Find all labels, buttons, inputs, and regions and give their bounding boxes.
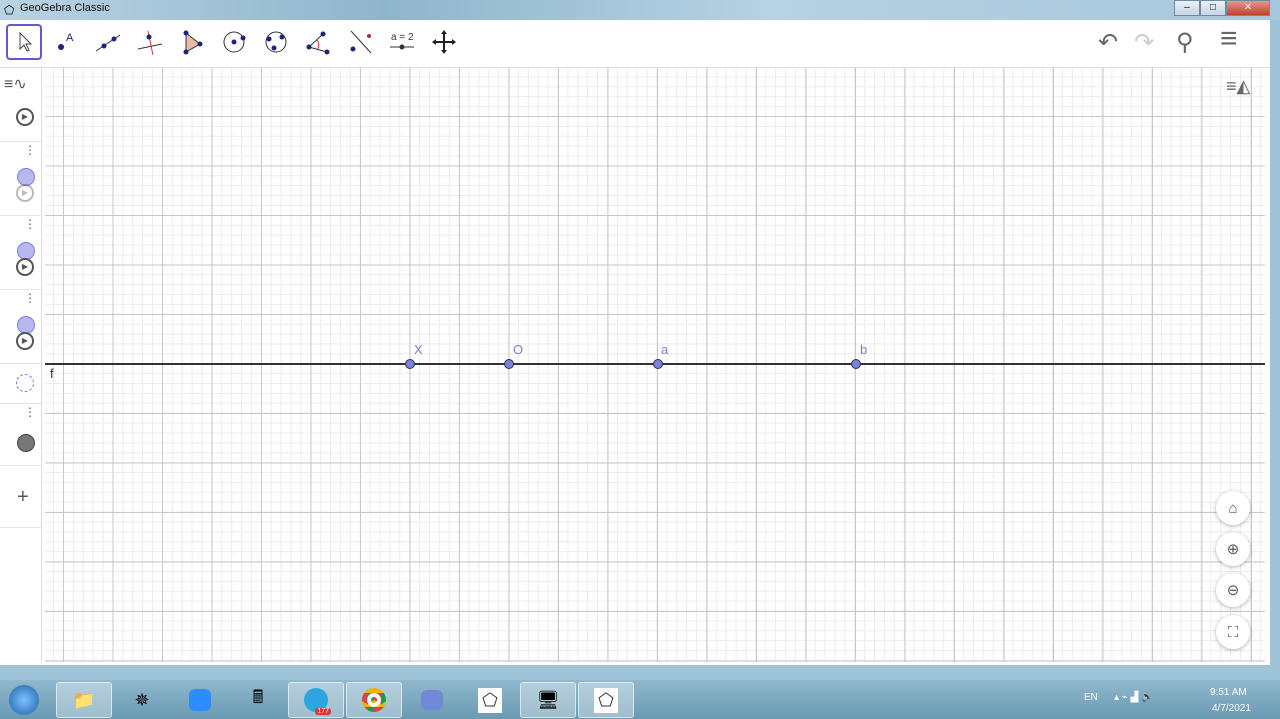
play-icon[interactable]: ▶ <box>16 332 34 350</box>
close-button[interactable]: ✕ <box>1226 0 1270 16</box>
point-a[interactable] <box>653 359 663 369</box>
taskbar-discord[interactable] <box>404 682 460 718</box>
circle-three-points-icon <box>265 31 287 53</box>
visibility-toggle[interactable] <box>16 374 34 392</box>
svg-text:A: A <box>66 32 74 44</box>
algebra-item[interactable] <box>0 364 42 404</box>
circle-three-points-tool-button[interactable] <box>258 24 294 60</box>
play-icon[interactable]: ▶ <box>16 184 34 202</box>
circle-center-icon <box>223 31 246 53</box>
circle-tool-button[interactable] <box>216 24 252 60</box>
window-title: GeoGebra Classic <box>20 2 110 14</box>
window-titlebar: ⬠ GeoGebra Classic – □ ✕ <box>0 0 1280 20</box>
taskbar-geogebra[interactable]: ⬠ <box>462 682 518 718</box>
add-item-row[interactable]: + <box>0 466 42 528</box>
telegram-badge: 177 <box>315 708 331 715</box>
minimize-button[interactable]: – <box>1174 0 1200 16</box>
polygon-tool-button[interactable] <box>174 24 210 60</box>
point-label-x: X <box>414 342 423 357</box>
taskbar-zoom[interactable] <box>172 682 228 718</box>
zoom-in-button[interactable]: ⊕ <box>1216 532 1250 566</box>
calculator-icon: 🖩 <box>252 687 264 707</box>
move-arrows-icon <box>432 30 456 54</box>
polygon-icon <box>183 30 203 55</box>
taskbar-game[interactable]: ✵ <box>114 682 170 718</box>
redo-button[interactable]: ↷ <box>1134 28 1154 57</box>
windows-taskbar: 📁 ✵ 🖩 177 ⬠ 🖥 ⬠ EN ▴ ⌁ ▟ 🔈 9:51 AM 4/7/2… <box>0 680 1280 719</box>
algebra-item[interactable]: ▶ <box>0 68 42 142</box>
home-button[interactable]: ⌂ <box>1216 491 1250 525</box>
geogebra-icon: ⬠ <box>478 687 502 713</box>
computer-icon: 🖥 <box>536 689 560 710</box>
add-input-button[interactable]: + <box>17 486 29 509</box>
menu-dots-icon[interactable]: ⋮ <box>24 218 36 230</box>
zoom-out-button[interactable]: ⊖ <box>1216 573 1250 607</box>
line-tool-button[interactable] <box>90 24 126 60</box>
toolbar: A a = 2 ↶ ↷ ⚲ ≡ <box>0 20 1270 68</box>
chrome-icon <box>362 688 386 712</box>
point-label-b: b <box>860 342 868 357</box>
play-icon[interactable]: ▶ <box>16 258 34 276</box>
zoom-icon <box>189 689 211 711</box>
point-x[interactable] <box>405 359 415 369</box>
algebra-item[interactable]: ⋮ ▶ <box>0 142 42 216</box>
maximize-button[interactable]: □ <box>1200 0 1226 16</box>
slider-icon: a = 2 <box>390 32 414 50</box>
point-label-a: a <box>661 342 669 357</box>
game-icon: ✵ <box>134 689 150 710</box>
point-label-o: O <box>513 342 524 357</box>
perpendicular-line-tool-button[interactable] <box>132 24 168 60</box>
windows-logo-icon <box>9 685 39 715</box>
line-icon <box>95 34 121 52</box>
reflect-icon <box>350 30 372 54</box>
main-menu-button[interactable]: ≡ <box>1220 22 1238 56</box>
point-tool-button[interactable]: A <box>48 24 84 60</box>
taskbar-computer[interactable]: 🖥 <box>520 682 576 718</box>
line-label-f: f <box>50 366 54 381</box>
perpendicular-line-icon <box>137 30 163 56</box>
fullscreen-button[interactable]: ⛶ <box>1216 615 1250 649</box>
point-icon: A <box>58 32 74 50</box>
visibility-toggle[interactable] <box>17 434 35 452</box>
point-b[interactable] <box>851 359 861 369</box>
play-icon[interactable]: ▶ <box>16 108 34 126</box>
taskbar-telegram[interactable]: 177 <box>288 682 344 718</box>
algebra-item[interactable]: ⋮ ▶ <box>0 290 42 364</box>
geogebra-icon: ⬠ <box>594 687 618 713</box>
search-icon[interactable]: ⚲ <box>1176 28 1194 57</box>
move-graphics-view-tool-button[interactable] <box>426 24 462 60</box>
undo-button[interactable]: ↶ <box>1098 28 1118 57</box>
arrow-cursor-icon <box>19 31 33 52</box>
taskbar-geogebra-2[interactable]: ⬠ <box>578 682 634 718</box>
point-o[interactable] <box>504 359 514 369</box>
taskbar-file-explorer[interactable]: 📁 <box>56 682 112 718</box>
clock-date[interactable]: 4/7/2021 <box>1212 703 1251 714</box>
geogebra-app: A a = 2 ↶ ↷ ⚲ ≡ ≡∿ ▶ ⋮ ▶ ⋮ ▶ ⋮ ▶ ⋮ + ≡◭ f X… <box>0 20 1270 665</box>
graphics-style-bar-toggle-icon[interactable]: ≡◭ <box>1226 76 1250 97</box>
algebra-item[interactable]: ⋮ ▶ <box>0 216 42 290</box>
folder-icon: 📁 <box>72 689 96 710</box>
start-button[interactable] <box>0 682 48 718</box>
reflect-tool-button[interactable] <box>342 24 378 60</box>
clock-time[interactable]: 9:51 AM <box>1210 687 1247 698</box>
menu-dots-icon[interactable]: ⋮ <box>24 292 36 304</box>
discord-icon <box>421 690 443 710</box>
language-indicator[interactable]: EN <box>1084 692 1098 703</box>
angle-tool-button[interactable] <box>300 24 336 60</box>
geogebra-logo-icon: ⬠ <box>4 3 15 17</box>
algebra-view: ≡∿ ▶ ⋮ ▶ ⋮ ▶ ⋮ ▶ ⋮ + <box>0 68 42 662</box>
angle-icon <box>306 31 330 55</box>
taskbar-calculator[interactable]: 🖩 <box>230 682 286 718</box>
menu-dots-icon[interactable]: ⋮ <box>24 406 36 418</box>
slider-tool-button[interactable]: a = 2 <box>384 24 420 60</box>
taskbar-chrome[interactable] <box>346 682 402 718</box>
slider-tool-label: a = 2 <box>391 32 414 43</box>
menu-dots-icon[interactable]: ⋮ <box>24 144 36 156</box>
move-tool-button[interactable] <box>6 24 42 60</box>
algebra-item[interactable]: ⋮ <box>0 404 42 466</box>
tray-overflow-icon[interactable]: ▴ ⌁ ▟ 🔈 <box>1114 692 1154 703</box>
